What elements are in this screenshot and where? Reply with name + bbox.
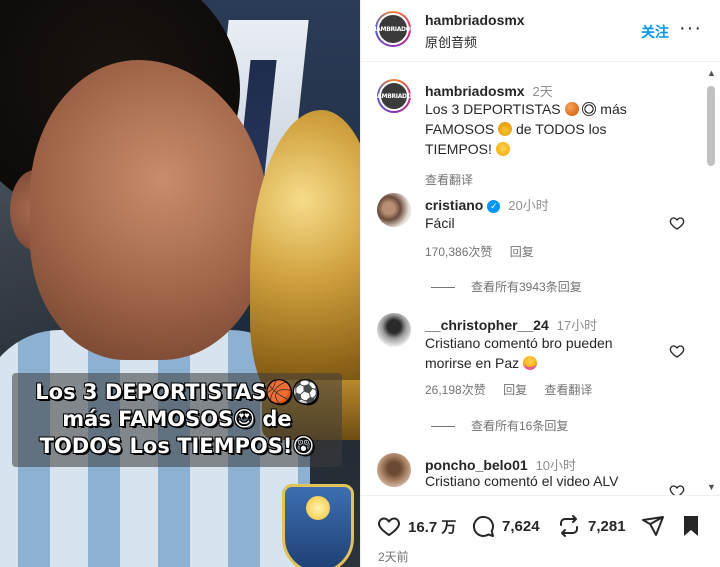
like-comment-heart-icon[interactable] [669, 343, 685, 359]
caption-segment: de TODOS los [512, 121, 607, 137]
post-side-panel: HAMBRIADOS hambriadosmx 原创音频 关注 ··· HAMB… [360, 0, 720, 567]
post-caption: HAMBRIADOS hambriadosmx 2天 Los 3 DEPORTI… [361, 79, 701, 187]
media-caption-line: Los 3 DEPORTISTAS🏀⚽ [35, 380, 319, 404]
reply-button[interactable]: 回复 [510, 245, 534, 259]
caption-segment: TIEMPOS! [425, 141, 492, 157]
author-avatar[interactable]: HAMBRIADOS [371, 11, 415, 47]
scroll-down-arrow-icon[interactable]: ▼ [707, 482, 716, 492]
shares-count: 7,281 [588, 517, 626, 535]
avatar-image [377, 453, 411, 487]
likes-count: 16.7 万 [408, 518, 457, 536]
paper-plane-icon[interactable] [641, 514, 665, 538]
comment-username[interactable]: __christopher__24 [425, 317, 549, 333]
like-action[interactable]: 16.7 万 [377, 514, 456, 538]
star-eyes-emoji-icon [498, 122, 513, 136]
audio-label[interactable]: 原创音频 [425, 32, 477, 51]
post-date[interactable]: 2天前 [378, 548, 409, 565]
comment-time[interactable]: 20小时 [508, 198, 548, 213]
laughing-emoji-icon [523, 356, 538, 370]
avatar-image [377, 313, 411, 347]
media-caption-line: más FAMOSOS😍 de [62, 407, 292, 431]
soccer-ball-icon [582, 102, 597, 116]
caption-segment: FAMOSOS [425, 121, 495, 137]
media-badge-sun [306, 496, 330, 520]
author-avatar[interactable]: HAMBRIADOS [372, 79, 416, 113]
scrollbar-thumb[interactable] [707, 86, 715, 166]
translate-link[interactable]: 查看翻译 [544, 383, 592, 397]
caption-text: Los 3 DEPORTISTAS más FAMOSOS de TODOS l… [425, 99, 665, 159]
view-replies-link[interactable]: 查看所有3943条回复 [431, 278, 582, 295]
comment-username[interactable]: cristiano [425, 197, 483, 213]
comment-item: poncho_belo01 10小时 Cristiano comentó el … [361, 453, 701, 495]
verified-badge-icon: ✓ [487, 200, 501, 213]
like-comment-heart-icon[interactable] [669, 483, 685, 495]
basketball-icon [564, 102, 579, 116]
post-media[interactable]: Los 3 DEPORTISTAS🏀⚽ más FAMOSOS😍 de TODO… [0, 0, 360, 567]
avatar-logo: HAMBRIADOS [372, 81, 416, 111]
scroll-up-arrow-icon[interactable]: ▲ [707, 68, 716, 78]
comments-scroll-area[interactable]: HAMBRIADOS hambriadosmx 2天 Los 3 DEPORTI… [361, 63, 720, 495]
comment-text-content: Cristiano comentó bro pueden morirse en … [425, 335, 613, 371]
comment-item: cristiano ✓ 20小时 Fácil 170,386次赞 回复 查看所有3… [361, 193, 701, 303]
view-replies-link[interactable]: 查看所有16条回复 [431, 417, 568, 434]
caption-segment: Los 3 DEPORTISTAS [425, 101, 561, 117]
caption-time[interactable]: 2天 [532, 84, 552, 99]
comment-likes[interactable]: 170,386次赞 [425, 245, 492, 259]
astonished-emoji-icon [495, 142, 510, 156]
comment-meta: 26,198次赞 回复 查看翻译 [425, 381, 606, 398]
comments-count: 7,624 [502, 517, 540, 535]
comment-avatar[interactable] [377, 193, 411, 227]
repost-icon[interactable] [557, 514, 581, 538]
comment-text: Cristiano comentó bro pueden morirse en … [425, 333, 645, 373]
caption-segment: más [596, 101, 627, 117]
media-caption-overlay: Los 3 DEPORTISTAS🏀⚽ más FAMOSOS😍 de TODO… [12, 373, 342, 467]
caption-username[interactable]: hambriadosmx [425, 83, 525, 99]
avatar-image [377, 193, 411, 227]
share-action[interactable] [641, 514, 672, 538]
repost-action[interactable]: 7,281 [557, 514, 626, 538]
comment-header: __christopher__24 17小时 [425, 315, 597, 334]
post-actions-bar: 16.7 万 7,624 7,281 2天前 [361, 495, 720, 567]
caption-translate[interactable]: 查看翻译 [425, 171, 487, 188]
comment-header: cristiano ✓ 20小时 [425, 195, 549, 214]
comment-item: __christopher__24 17小时 Cristiano comentó… [361, 313, 701, 433]
translate-link[interactable]: 查看翻译 [425, 173, 473, 187]
comment-avatar[interactable] [377, 313, 411, 347]
follow-button[interactable]: 关注 [641, 22, 669, 42]
caption-header: hambriadosmx 2天 [425, 81, 553, 100]
comment-bubble-icon[interactable] [471, 514, 495, 538]
comment-likes[interactable]: 26,198次赞 [425, 383, 486, 397]
like-comment-heart-icon[interactable] [669, 215, 685, 231]
comment-text: Fácil [425, 215, 455, 231]
author-username[interactable]: hambriadosmx [425, 12, 525, 28]
comment-text: Cristiano comentó el video ALV [425, 473, 619, 489]
heart-icon[interactable] [377, 514, 401, 538]
post-header: HAMBRIADOS hambriadosmx 原创音频 关注 ··· [361, 0, 720, 62]
more-options-icon[interactable]: ··· [679, 17, 702, 40]
save-action[interactable] [679, 514, 710, 538]
bookmark-icon[interactable] [679, 514, 703, 538]
comment-meta: 170,386次赞 回复 [425, 243, 548, 260]
reply-button[interactable]: 回复 [503, 383, 527, 397]
comment-action[interactable]: 7,624 [471, 514, 540, 538]
comment-avatar[interactable] [377, 453, 411, 487]
avatar-logo: HAMBRIADOS [371, 13, 415, 45]
media-caption-line: TODOS Los TIEMPOS!😲 [39, 434, 315, 458]
comment-time[interactable]: 17小时 [557, 318, 597, 333]
